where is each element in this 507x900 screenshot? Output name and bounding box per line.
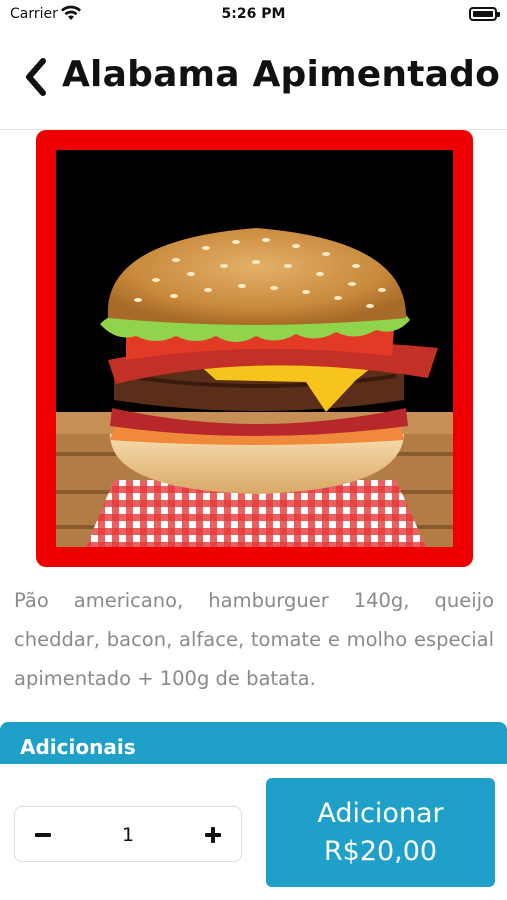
adicionais-section-header[interactable]: Adicionais	[0, 722, 507, 766]
add-button-price: R$20,00	[323, 835, 438, 867]
quantity-value: 1	[121, 824, 135, 846]
chevron-left-icon	[26, 58, 46, 96]
status-bar: Carrier 5:26 PM	[0, 0, 507, 30]
increase-quantity-button[interactable]	[193, 815, 233, 855]
decrease-quantity-button[interactable]	[23, 815, 63, 855]
clock: 5:26 PM	[221, 6, 286, 22]
burger-photo	[56, 150, 453, 547]
quantity-stepper: 1	[14, 806, 242, 862]
bottom-action-bar: 1 Adicionar R$20,00	[0, 764, 507, 900]
product-image-frame	[36, 130, 473, 567]
add-to-cart-button[interactable]: Adicionar R$20,00	[266, 778, 495, 887]
product-description: Pão americano, hamburguer 140g, queijo c…	[14, 589, 494, 690]
nav-header: Alabama Apimentado	[0, 30, 507, 130]
minus-icon	[35, 833, 51, 837]
battery-icon	[469, 7, 500, 21]
page-title: Alabama Apimentado	[62, 54, 501, 95]
adicionais-label: Adicionais	[20, 735, 136, 759]
add-button-label: Adicionar	[317, 797, 444, 829]
back-button[interactable]	[16, 52, 56, 102]
